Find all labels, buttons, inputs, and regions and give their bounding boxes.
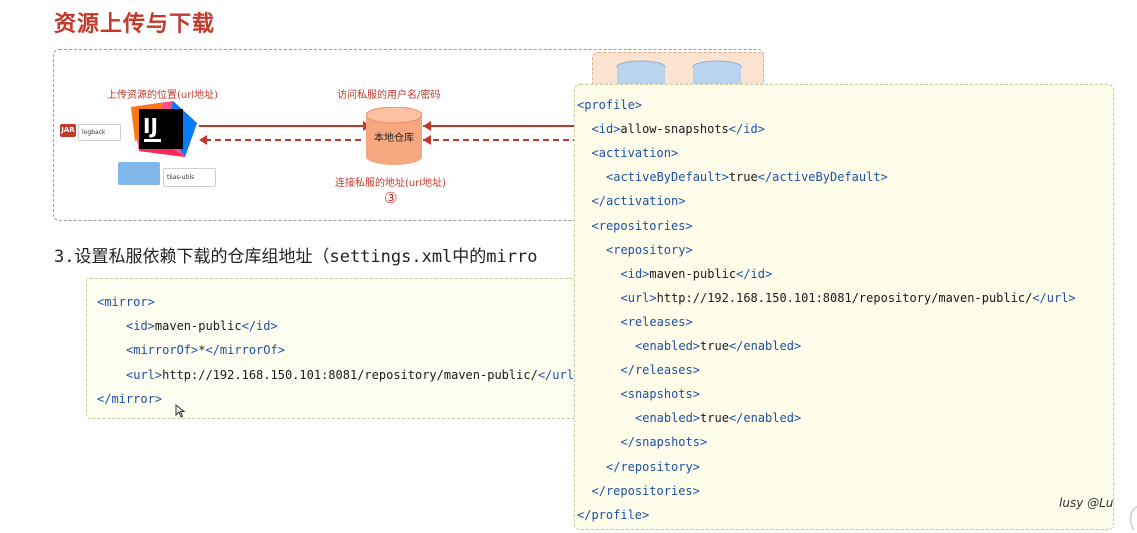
xml-open-tag: <releases>: [620, 314, 693, 329]
code-line: </activation>: [592, 193, 686, 209]
code-line: <id>maven-public</id>: [621, 266, 773, 282]
xml-open-tag: <id>: [591, 122, 621, 137]
xml-open-tag: </releases>: [620, 363, 700, 378]
xml-close-tag: </url>: [1032, 290, 1076, 305]
project-folder-icon: [118, 162, 160, 185]
xml-close-tag: </enabled>: [728, 339, 802, 353]
xml-value: maven-public: [154, 319, 242, 334]
code-line: <id>allow-snapshots</id>: [592, 121, 765, 137]
code-line: <id>maven-public</id>: [126, 318, 278, 334]
xml-open-tag: </activation>: [591, 194, 686, 209]
code-line: <mirrorOf>*</mirrorOf>: [126, 342, 285, 358]
code-line: <profile>: [577, 97, 642, 113]
xml-open-tag: <id>: [620, 266, 650, 281]
code-line: </mirror>: [97, 391, 162, 407]
xml-open-tag: </mirror>: [97, 391, 163, 406]
xml-close-tag: </id>: [736, 266, 773, 281]
xml-open-tag: <id>: [126, 319, 155, 334]
project-name: tlias-utils: [163, 168, 216, 187]
code-line: </repositories>: [592, 483, 700, 499]
upload-location-label: 上传资源的位置(url地址): [107, 90, 219, 101]
intellij-icon: IJ: [131, 101, 197, 157]
xml-open-tag: <repositories>: [591, 218, 693, 233]
xml-value: true: [700, 339, 729, 353]
page-title: 资源上传与下载: [54, 12, 216, 37]
jar-name: logback: [78, 124, 121, 141]
local-repo-label: 本地仓库: [374, 131, 414, 144]
jar-icon: JAR: [60, 124, 76, 137]
step-number: ③: [384, 189, 398, 207]
credentials-label: 访问私服的用户名/密码: [337, 90, 441, 101]
code-line: <mirror>: [97, 294, 155, 310]
xml-open-tag: </profile>: [577, 507, 650, 522]
xml-value: http://192.168.150.101:8081/repository/m…: [162, 367, 538, 382]
xml-open-tag: <repository>: [606, 242, 693, 257]
xml-open-tag: <enabled>: [635, 339, 701, 353]
xml-open-tag: </repositories>: [591, 483, 700, 498]
xml-open-tag: <url>: [620, 290, 657, 305]
xml-value: allow-snapshots: [620, 122, 729, 137]
xml-open-tag: <mirrorOf>: [126, 343, 199, 358]
xml-open-tag: <activation>: [591, 146, 679, 161]
code-line: <activeByDefault>true</activeByDefault>: [606, 169, 888, 185]
edge-decoration: [1129, 505, 1137, 531]
xml-value: true: [728, 170, 758, 185]
connect-url-label: 连接私服的地址(url地址): [335, 178, 447, 189]
xml-open-tag: </repository>: [606, 459, 700, 474]
xml-value: maven-public: [649, 266, 737, 281]
xml-value: true: [700, 411, 729, 426]
code-line: </releases>: [621, 362, 700, 378]
code-line: <repositories>: [592, 218, 693, 234]
code-line: <url>http://192.168.150.101:8081/reposit…: [621, 290, 1076, 306]
xml-open-tag: <profile>: [577, 98, 643, 112]
section-heading: 3.设置私服依赖下载的仓库组地址（settings.xml中的mirro: [54, 247, 538, 267]
xml-open-tag: <enabled>: [635, 411, 701, 426]
code-line: <enabled>true</enabled>: [635, 410, 801, 426]
code-line: <url>http://192.168.150.101:8081/reposit…: [126, 367, 574, 383]
xml-close-tag: </id>: [728, 122, 765, 137]
code-line: </repository>: [606, 459, 700, 475]
xml-close-tag: </url: [537, 367, 574, 382]
xml-open-tag: <activeByDefault>: [606, 170, 729, 185]
xml-open-tag: <snapshots>: [620, 387, 700, 402]
code-line: <repository>: [606, 242, 693, 258]
xml-close-tag: </id>: [241, 319, 278, 334]
xml-close-tag: </mirrorOf>: [205, 343, 285, 358]
code-line: <activation>: [592, 145, 679, 161]
local-repo-cylinder: 本地仓库: [366, 107, 422, 165]
xml-open-tag: <mirror>: [97, 295, 155, 309]
watermark: lusy @Lu: [1059, 496, 1114, 510]
code-line: <enabled>true</enabled>: [635, 338, 801, 354]
mouse-cursor-icon: [175, 404, 185, 418]
xml-value: http://192.168.150.101:8081/repository/m…: [656, 290, 1033, 305]
code-line: </snapshots>: [621, 434, 708, 450]
code-line: <snapshots>: [621, 386, 700, 402]
ij-text: IJ: [143, 114, 158, 138]
xml-open-tag: </snapshots>: [620, 435, 708, 450]
xml-close-tag: </enabled>: [728, 411, 802, 426]
code-line: </profile>: [577, 507, 649, 523]
xml-open-tag: <url>: [126, 367, 163, 382]
xml-close-tag: </activeByDefault>: [757, 170, 888, 185]
code-line: <releases>: [621, 314, 693, 330]
